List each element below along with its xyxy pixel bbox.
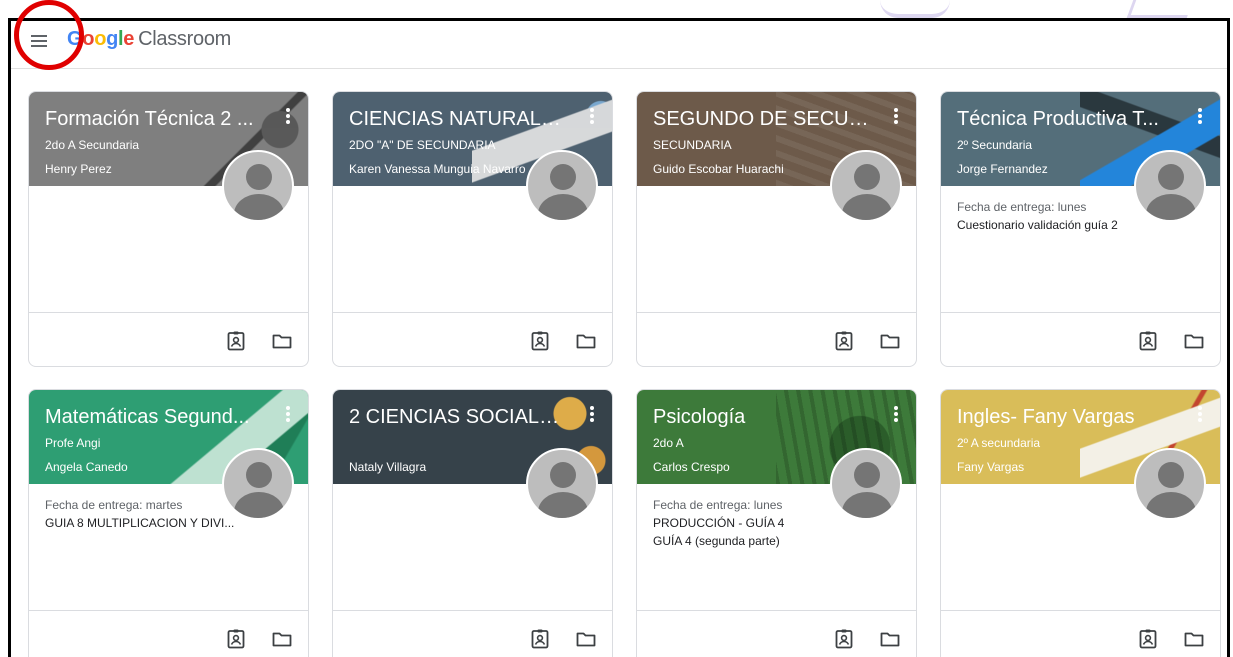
class-card[interactable]: Ingles- Fany Vargas 2º A secundaria Fany V… [940, 389, 1221, 657]
class-teacher-name[interactable]: Carlos Crespo [653, 460, 730, 474]
class-title-link[interactable]: Técnica Productiva T... [957, 108, 1177, 131]
assignment-link[interactable]: GUÍA 4 (segunda parte) [653, 534, 843, 548]
assignment-link[interactable]: Cuestionario validación guía 2 [957, 218, 1147, 232]
class-card-footer [29, 610, 308, 657]
folder-icon[interactable] [1182, 627, 1206, 651]
folder-icon[interactable] [1182, 329, 1206, 353]
assignment-ind-icon[interactable] [224, 627, 248, 651]
assignment-ind-icon[interactable] [528, 627, 552, 651]
class-card-footer [637, 610, 916, 657]
class-title-link[interactable]: Psicología [653, 406, 873, 429]
class-section: 2DO "A" DE SECUNDARIA [349, 138, 496, 152]
teacher-avatar [222, 150, 294, 222]
teacher-avatar [830, 150, 902, 222]
teacher-avatar [222, 448, 294, 520]
assignment-ind-icon[interactable] [1136, 329, 1160, 353]
class-card[interactable]: SEGUNDO DE SECUN... SECUNDARIA Guido Escob… [636, 91, 917, 367]
due-date-label: Fecha de entrega: martes [45, 498, 183, 512]
class-teacher-name[interactable]: Karen Vanessa Munguia Navarro [349, 162, 526, 176]
teacher-avatar [1134, 150, 1206, 222]
class-card[interactable]: Técnica Productiva T... 2º Secundaria Jorg… [940, 91, 1221, 367]
folder-icon[interactable] [270, 627, 294, 651]
folder-icon[interactable] [270, 329, 294, 353]
class-teacher-name[interactable]: Jorge Fernandez [957, 162, 1048, 176]
class-section: SECUNDARIA [653, 138, 732, 152]
assignment-ind-icon[interactable] [832, 627, 856, 651]
class-section: 2do A Secundaria [45, 138, 140, 152]
class-title-link[interactable]: 2 CIENCIAS SOCIALE... [349, 406, 569, 429]
class-teacher-name[interactable]: Fany Vargas [957, 460, 1024, 474]
classroom-window: Google Classroom Formación Técnica 2 ... 2… [8, 18, 1230, 657]
class-card-footer [333, 312, 612, 366]
teacher-avatar [1134, 448, 1206, 520]
teacher-avatar [526, 150, 598, 222]
class-card-footer [637, 312, 916, 366]
class-card[interactable]: CIENCIAS NATURALE... 2DO "A" DE SECUNDARI… [332, 91, 613, 367]
class-teacher-name[interactable]: Angela Canedo [45, 460, 128, 474]
class-title-link[interactable]: CIENCIAS NATURALE... [349, 108, 569, 131]
class-title-link[interactable]: Formación Técnica 2 ... [45, 108, 265, 131]
more-vert-icon[interactable] [586, 106, 598, 128]
more-vert-icon[interactable] [1194, 404, 1206, 426]
class-card[interactable]: Matemáticas Segund... Profe Angi Angela Ca… [28, 389, 309, 657]
class-teacher-name[interactable]: Henry Perez [45, 162, 112, 176]
folder-icon[interactable] [574, 329, 598, 353]
class-title-link[interactable]: SEGUNDO DE SECUN... [653, 108, 873, 131]
class-card[interactable]: Formación Técnica 2 ... 2do A Secundaria H… [28, 91, 309, 367]
class-card[interactable]: Psicología 2do A Carlos Crespo Fecha de ent… [636, 389, 917, 657]
more-vert-icon[interactable] [282, 404, 294, 426]
class-teacher-name[interactable]: Guido Escobar Huarachi [653, 162, 784, 176]
class-card-footer [29, 312, 308, 366]
class-card-grid: Formación Técnica 2 ... 2do A Secundaria H… [11, 21, 1227, 657]
teacher-avatar [830, 448, 902, 520]
class-section: 2º A secundaria [957, 436, 1041, 450]
desktop-backdrop [0, 0, 1233, 18]
class-card-footer [333, 610, 612, 657]
class-section: 2do A [653, 436, 684, 450]
class-card-footer [941, 312, 1220, 366]
more-vert-icon[interactable] [890, 404, 902, 426]
due-date-label: Fecha de entrega: lunes [653, 498, 783, 512]
folder-icon[interactable] [878, 329, 902, 353]
class-card-footer [941, 610, 1220, 657]
more-vert-icon[interactable] [890, 106, 902, 128]
assignment-link[interactable]: PRODUCCIÓN - GUÍA 4 [653, 516, 843, 530]
class-section: 2º Secundaria [957, 138, 1033, 152]
class-title-link[interactable]: Matemáticas Segund... [45, 406, 265, 429]
backdrop-decoration [1126, 0, 1194, 18]
more-vert-icon[interactable] [1194, 106, 1206, 128]
class-title-link[interactable]: Ingles- Fany Vargas [957, 406, 1177, 429]
teacher-avatar [526, 448, 598, 520]
class-card[interactable]: 2 CIENCIAS SOCIALE... Nataly Villagra [332, 389, 613, 657]
backdrop-decoration [880, 0, 950, 18]
class-teacher-name[interactable]: Nataly Villagra [349, 460, 426, 474]
folder-icon[interactable] [574, 627, 598, 651]
assignment-ind-icon[interactable] [224, 329, 248, 353]
class-section: Profe Angi [45, 436, 101, 450]
more-vert-icon[interactable] [586, 404, 598, 426]
assignment-ind-icon[interactable] [832, 329, 856, 353]
assignment-ind-icon[interactable] [1136, 627, 1160, 651]
assignment-ind-icon[interactable] [528, 329, 552, 353]
folder-icon[interactable] [878, 627, 902, 651]
due-date-label: Fecha de entrega: lunes [957, 200, 1087, 214]
more-vert-icon[interactable] [282, 106, 294, 128]
assignment-link[interactable]: GUIA 8 MULTIPLICACION Y DIVI... [45, 516, 235, 530]
